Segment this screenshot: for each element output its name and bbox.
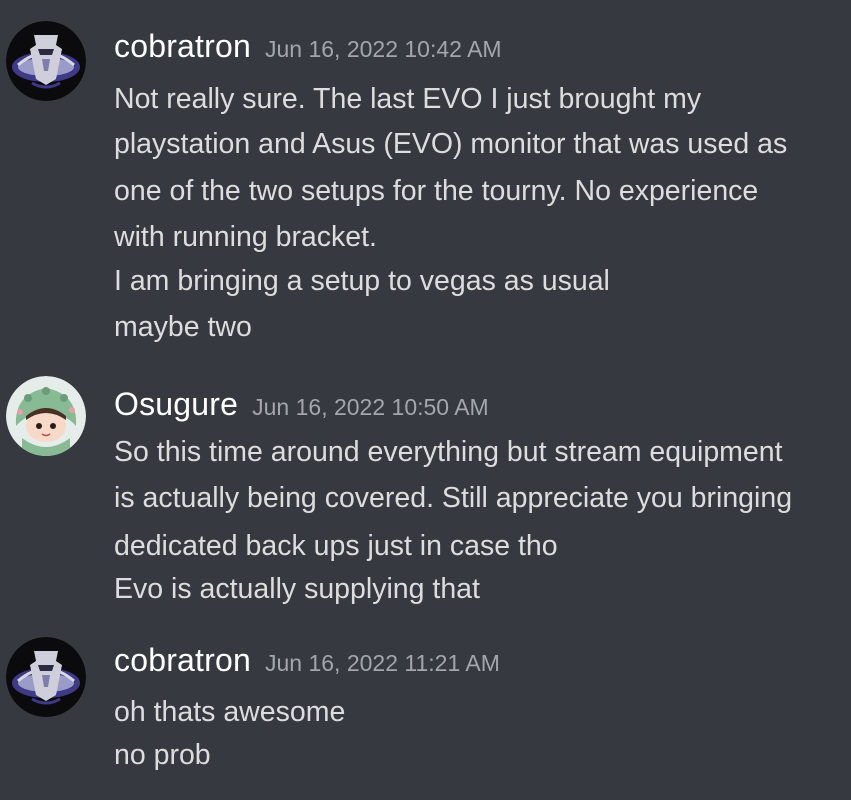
message-line: So this time around everything but strea… (114, 436, 783, 468)
message-line: Not really sure. The last EVO I just bro… (114, 83, 702, 115)
message-line: is actually being covered. Still appreci… (114, 482, 793, 514)
username[interactable]: cobratron (114, 642, 251, 679)
timestamp: Jun 16, 2022 10:50 AM (252, 394, 489, 420)
message-line: one of the two setups for the tourny. No… (114, 175, 759, 207)
message-line: playstation and Asus (EVO) monitor that … (114, 128, 788, 160)
message-line: no prob (114, 739, 211, 771)
dino-hoodie-girl-avatar-icon[interactable] (6, 376, 86, 456)
timestamp: Jun 16, 2022 10:42 AM (265, 36, 502, 62)
decepticon-cobra-avatar-icon[interactable] (6, 637, 86, 717)
username[interactable]: cobratron (114, 28, 251, 65)
message-line: Evo is actually supplying that (114, 573, 480, 605)
username[interactable]: Osugure (114, 386, 238, 423)
message-line: maybe two (114, 311, 252, 343)
message-line: oh thats awesome (114, 696, 346, 728)
timestamp: Jun 16, 2022 11:21 AM (265, 650, 500, 676)
decepticon-cobra-avatar-icon[interactable] (6, 21, 86, 101)
message-line: dedicated back ups just in case tho (114, 530, 558, 562)
message-line: with running bracket. (114, 221, 377, 253)
message-line: I am bringing a setup to vegas as usual (114, 265, 610, 297)
